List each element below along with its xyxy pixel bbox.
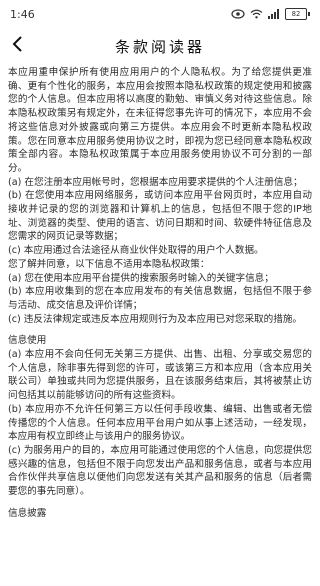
signal-icon <box>268 9 280 19</box>
battery-level: 82 <box>285 8 307 20</box>
battery-icon: 82 <box>285 8 310 20</box>
list-item: (b) 本应用亦不允许任何第三方以任何手段收集、编辑、出售或者无偿传播您的个人信… <box>8 403 312 443</box>
list-item: (a) 在您注册本应用帐号时，您根据本应用要求提供的个人注册信息； <box>8 176 303 188</box>
list-item: (c) 为服务用户的目的，本应用可能通过使用您的个人信息，向您提供您感兴趣的信息… <box>8 444 312 498</box>
list-item: (a) 本应用不会向任何无关第三方提供、出售、出租、分享或交易您的个人信息，除非… <box>8 349 312 402</box>
list-item: (a) 您在使用本应用平台提供的搜索服务时输入的关键字信息； <box>8 272 274 284</box>
wifi-icon <box>250 9 263 19</box>
chevron-left-icon <box>11 36 25 56</box>
terms-content[interactable]: 本应用重申保护所有使用应用用户的个人隐私权。为了给您提供更准确、更有个性化的服务… <box>0 64 320 521</box>
section-title-info-disclosure: 信息披露 <box>8 507 47 519</box>
intro-paragraph: 本应用重申保护所有使用应用用户的个人隐私权。为了给您提供更准确、更有个性化的服务… <box>8 67 312 174</box>
list-item: (b) 在您使用本应用网络服务，或访问本应用平台网页时，本应用自动接收并记录的您… <box>8 190 312 243</box>
status-bar: 1:46 82 <box>0 0 320 28</box>
back-button[interactable] <box>6 34 30 58</box>
list-item: (c) 本应用通过合法途径从商业伙伴处取得的用户个人数据。 <box>8 245 264 257</box>
section-title-info-use: 信息使用 <box>8 335 47 347</box>
page-title: 条款阅读器 <box>114 37 205 56</box>
status-time: 1:46 <box>10 7 35 21</box>
eye-icon <box>231 9 245 19</box>
status-icons: 82 <box>231 8 310 20</box>
list-item: 您了解并同意，以下信息不适用本隐私权政策： <box>8 258 210 270</box>
list-item: (b) 本应用收集到的您在本应用发布的有关信息数据，包括但不限于参与活动、成交信… <box>8 286 312 311</box>
title-bar: 条款阅读器 <box>0 28 320 64</box>
list-item: (c) 违反法律规定或违反本应用规则行为及本应用已对您采取的措施。 <box>8 313 303 325</box>
